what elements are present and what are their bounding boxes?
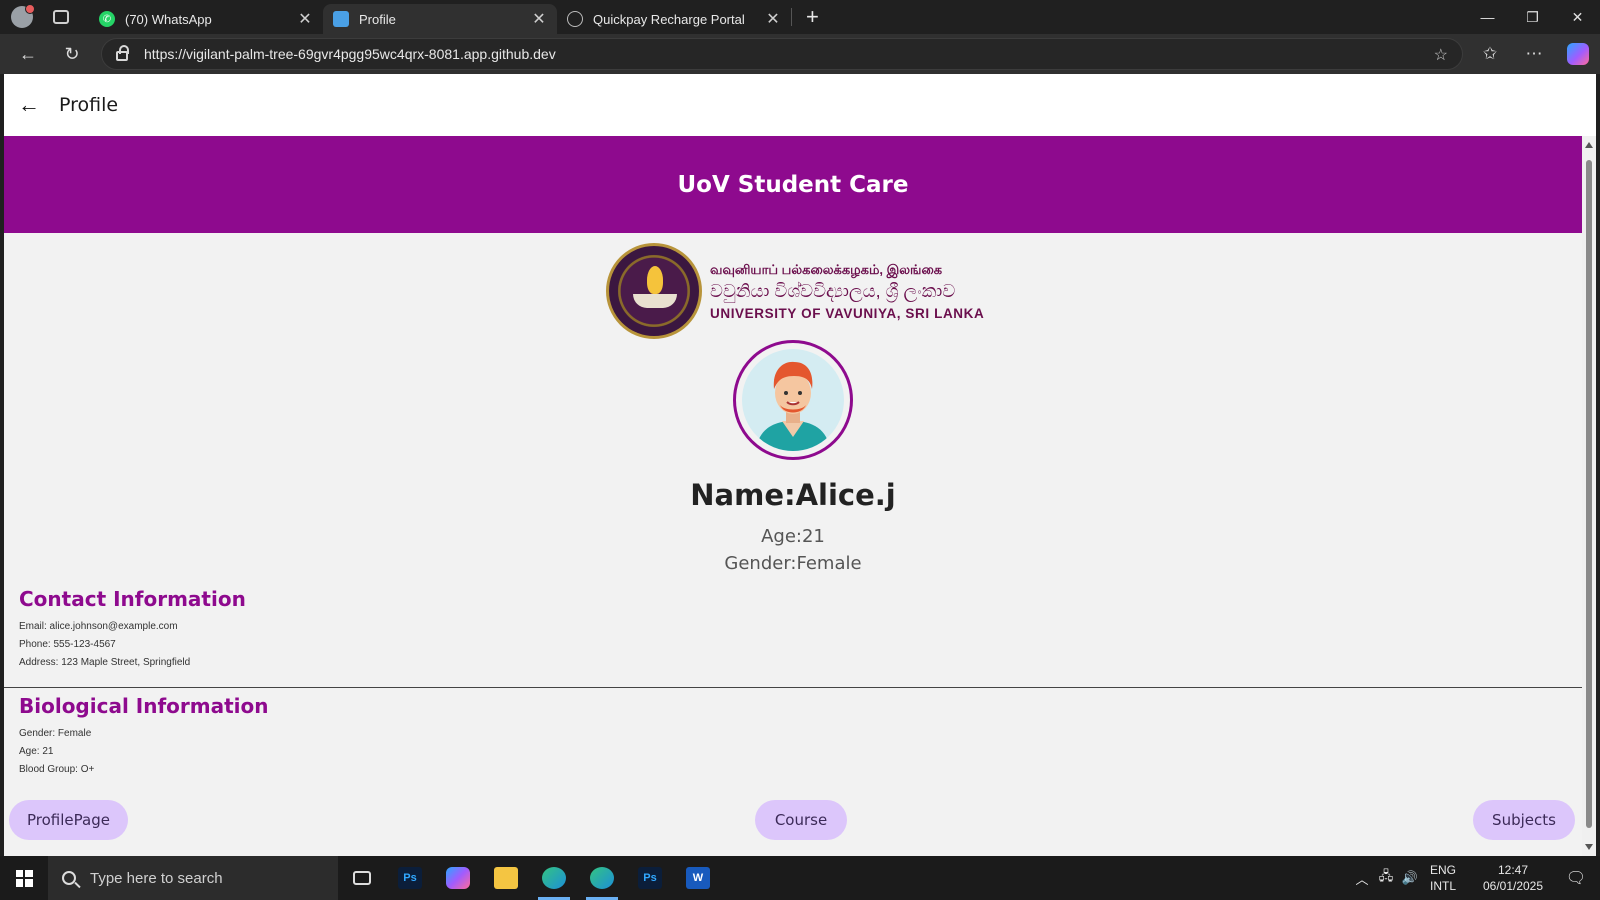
volume-icon[interactable]: 🔊 [1398, 870, 1422, 886]
app-bar: ← Profile [4, 74, 1596, 136]
language-indicator[interactable]: ENG INTL [1430, 862, 1474, 894]
tab-separator [791, 8, 792, 26]
banner-title: UoV Student Care [677, 171, 909, 198]
browser-toolbar-right: ✩ ⋯ [1468, 34, 1600, 74]
taskbar: Type here to search Ps Ps W ︿ 🖧 🔊 ENG IN… [0, 856, 1600, 900]
window-controls: — ❐ ✕ [1465, 0, 1600, 34]
favorite-star-icon[interactable]: ☆ [1434, 45, 1448, 65]
university-name-english: UNIVERSITY OF VAVUNIYA, SRI LANKA [710, 305, 985, 321]
new-tab-icon[interactable]: + [806, 4, 819, 30]
contact-email: Email: alice.johnson@example.com [19, 621, 178, 632]
clock-time: 12:47 [1497, 863, 1529, 877]
tab-profile[interactable]: Profile ✕ [323, 4, 557, 34]
tray-chevron-up-icon[interactable]: ︿ [1350, 869, 1374, 888]
close-icon[interactable]: ✕ [765, 9, 781, 29]
browser-tab-strip: ✆ (70) WhatsApp ✕ Profile ✕ Quickpay Rec… [0, 0, 1600, 34]
avatar [733, 340, 853, 460]
browser-back-icon[interactable]: ← [10, 38, 46, 70]
photoshop-icon[interactable]: Ps [386, 856, 434, 900]
back-arrow-icon[interactable]: ← [18, 92, 48, 118]
close-icon[interactable]: ✕ [297, 9, 313, 29]
course-button[interactable]: Course [755, 800, 847, 840]
page-viewport: ← Profile UoV Student Care வவுனியாப் பல்… [4, 74, 1596, 856]
browser-nav-bar: ← ↻ https://vigilant-palm-tree-69gvr4pgg… [0, 34, 1600, 74]
bio-blood-group: Blood Group: O+ [19, 764, 95, 775]
avatar-image [742, 349, 844, 451]
tab-whatsapp[interactable]: ✆ (70) WhatsApp ✕ [89, 4, 323, 34]
scrollbar-thumb[interactable] [1586, 160, 1592, 828]
profile-name: Name:Alice.j [690, 478, 896, 512]
subjects-button[interactable]: Subjects [1473, 800, 1575, 840]
lang-code: ENG [1430, 863, 1457, 877]
scroll-up-icon[interactable] [1585, 142, 1593, 148]
profile-page-button[interactable]: ProfilePage [9, 800, 128, 840]
clock[interactable]: 12:47 06/01/2025 [1474, 862, 1552, 894]
photoshop-icon-2[interactable]: Ps [626, 856, 674, 900]
system-tray: ︿ 🖧 🔊 ENG INTL 12:47 06/01/2025 🗨 [1350, 856, 1600, 900]
network-icon[interactable]: 🖧 [1374, 867, 1398, 889]
edge-icon[interactable] [578, 856, 626, 900]
university-name-sinhala: වවුනියා විශ්වවිද්‍යාලය, ශ්‍රී ලංකාව [710, 280, 956, 301]
contact-info-heading: Contact Information [19, 587, 246, 611]
edge-profile-icon[interactable] [530, 856, 578, 900]
university-logo: வவுனியாப் பல்கலைக்கழகம், இலங்கை වවුනියා … [606, 242, 986, 340]
windows-logo-icon [15, 869, 33, 887]
favorites-icon[interactable]: ✩ [1468, 44, 1512, 64]
clock-date: 06/01/2025 [1482, 879, 1544, 893]
tab-quickpay[interactable]: Quickpay Recharge Portal ✕ [557, 4, 791, 34]
university-name: வவுனியாப் பல்கலைக்கழகம், இலங்கை වවුනියා … [710, 262, 984, 321]
whatsapp-icon: ✆ [99, 11, 115, 27]
bio-age: Age: 21 [19, 746, 54, 757]
refresh-icon[interactable]: ↻ [54, 38, 90, 70]
taskbar-search[interactable]: Type here to search [48, 856, 338, 900]
more-menu-icon[interactable]: ⋯ [1512, 44, 1556, 64]
close-icon[interactable]: ✕ [531, 9, 547, 29]
task-view-icon[interactable] [338, 856, 386, 900]
tab-title: (70) WhatsApp [125, 11, 212, 27]
file-explorer-icon[interactable] [482, 856, 530, 900]
tab-actions-icon[interactable] [53, 10, 69, 24]
header-banner: UoV Student Care [4, 136, 1582, 233]
flutter-icon [333, 11, 349, 27]
profile-gender: Gender:Female [724, 553, 862, 574]
copilot-icon[interactable] [1567, 43, 1589, 65]
address-bar[interactable]: https://vigilant-palm-tree-69gvr4pgg95wc… [101, 38, 1463, 70]
contact-phone: Phone: 555-123-4567 [19, 639, 116, 650]
section-divider [4, 687, 1582, 688]
window-close-icon[interactable]: ✕ [1555, 0, 1600, 34]
university-name-tamil: வவுனியாப் பல்கலைக்கழகம், இலங்கை [710, 261, 943, 277]
tab-title: Profile [359, 11, 396, 27]
contact-address: Address: 123 Maple Street, Springfield [19, 657, 191, 668]
start-button[interactable] [0, 856, 48, 900]
tab-title: Quickpay Recharge Portal [593, 11, 745, 27]
university-seal-icon [606, 243, 702, 339]
url-text: https://vigilant-palm-tree-69gvr4pgg95wc… [144, 46, 556, 62]
page-title: Profile [59, 94, 119, 116]
search-icon [62, 871, 76, 885]
restore-icon[interactable]: ❐ [1510, 0, 1555, 34]
lock-icon[interactable] [116, 45, 129, 61]
globe-icon [567, 11, 583, 27]
page-scrollbar[interactable] [1582, 136, 1596, 856]
biological-info-heading: Biological Information [19, 694, 269, 718]
bio-gender: Gender: Female [19, 728, 92, 739]
copilot-taskbar-icon[interactable] [434, 856, 482, 900]
taskbar-search-placeholder: Type here to search [90, 869, 223, 887]
minimize-icon[interactable]: — [1465, 0, 1510, 34]
word-icon[interactable]: W [674, 856, 722, 900]
browser-profile-avatar[interactable] [11, 4, 35, 28]
scroll-down-icon[interactable] [1585, 844, 1593, 850]
lang-layout: INTL [1430, 879, 1457, 893]
profile-age: Age:21 [761, 526, 825, 547]
notifications-icon[interactable]: 🗨 [1552, 868, 1600, 888]
